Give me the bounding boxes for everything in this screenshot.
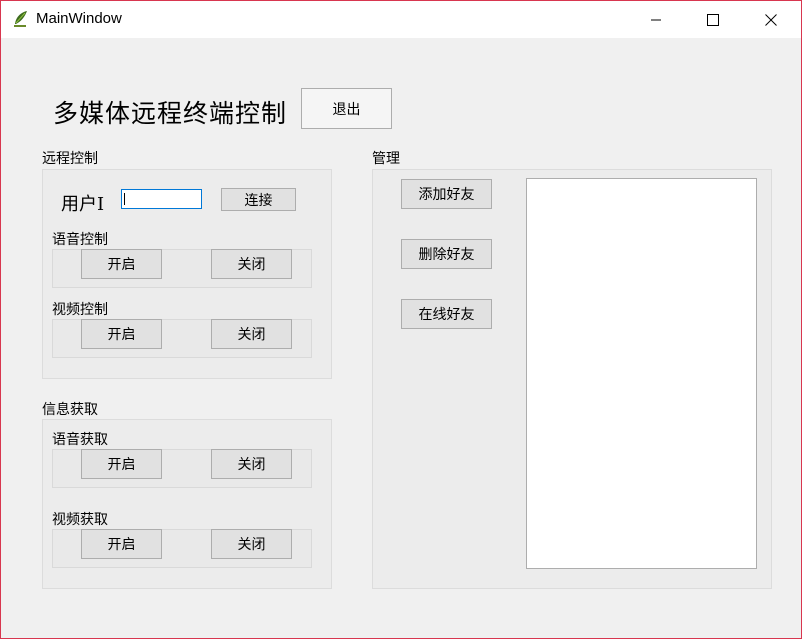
exit-button[interactable]: 退出 (301, 88, 392, 129)
voice-get-off-button[interactable]: 关闭 (211, 449, 292, 479)
main-window: MainWindow 多媒体远程终端控制 退出 远程控制 用户I 连接 语音控制… (0, 0, 802, 639)
voice-control-label: 语音控制 (52, 232, 108, 248)
window-title: MainWindow (36, 10, 122, 27)
video-get-label: 视频获取 (52, 512, 108, 528)
minimize-icon (650, 14, 662, 26)
video-get-off-button[interactable]: 关闭 (211, 529, 292, 559)
delete-friend-button[interactable]: 删除好友 (401, 239, 492, 269)
leaf-icon (13, 10, 29, 28)
video-get-on-button[interactable]: 开启 (81, 529, 162, 559)
online-friends-button[interactable]: 在线好友 (401, 299, 492, 329)
connect-button[interactable]: 连接 (221, 188, 296, 211)
title-bar[interactable]: MainWindow (1, 1, 801, 38)
add-friend-button[interactable]: 添加好友 (401, 179, 492, 209)
manage-label: 管理 (372, 151, 400, 167)
maximize-button[interactable] (690, 1, 736, 38)
remote-control-label: 远程控制 (42, 151, 98, 167)
voice-get-label: 语音获取 (52, 432, 108, 448)
video-control-label: 视频控制 (52, 302, 108, 318)
minimize-button[interactable] (633, 1, 679, 38)
user-id-input[interactable] (121, 189, 202, 209)
voice-control-off-button[interactable]: 关闭 (211, 249, 292, 279)
voice-get-on-button[interactable]: 开启 (81, 449, 162, 479)
video-control-off-button[interactable]: 关闭 (211, 319, 292, 349)
user-id-label: 用户I (61, 194, 105, 215)
page-title: 多媒体远程终端控制 (53, 99, 285, 128)
info-get-label: 信息获取 (42, 402, 98, 418)
voice-control-on-button[interactable]: 开启 (81, 249, 162, 279)
friend-list[interactable] (526, 178, 757, 569)
text-caret (124, 193, 125, 205)
video-control-on-button[interactable]: 开启 (81, 319, 162, 349)
close-button[interactable] (748, 1, 794, 38)
maximize-icon (707, 13, 719, 26)
close-icon (765, 13, 777, 26)
